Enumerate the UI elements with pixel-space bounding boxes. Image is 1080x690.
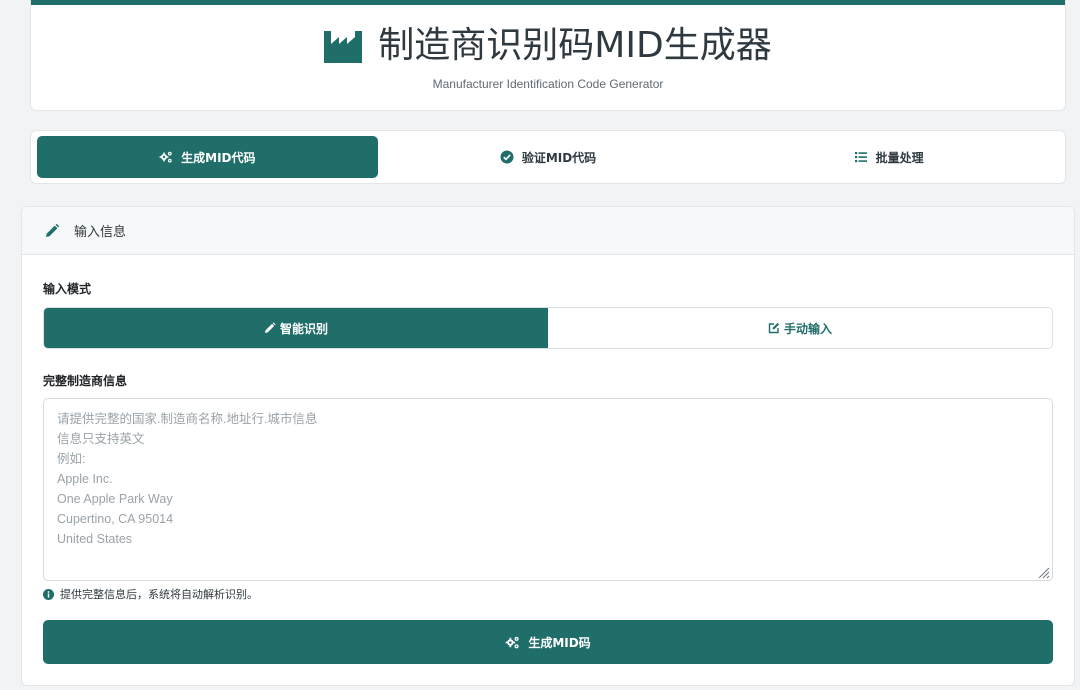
manufacturer-info-textarea[interactable]	[44, 399, 1052, 580]
cogs-icon	[159, 150, 173, 164]
list-icon	[854, 150, 868, 164]
tab-label: 生成MID代码	[181, 150, 256, 165]
resize-grip-icon[interactable]	[1036, 564, 1050, 579]
input-mode-label: 输入模式	[43, 282, 92, 296]
manufacturer-info-label: 完整制造商信息	[43, 374, 128, 388]
mode-manual-input[interactable]: 手动输入	[548, 308, 1052, 348]
info-circle-icon	[43, 588, 54, 600]
generate-mid-button[interactable]: 生成MID码	[43, 620, 1053, 664]
check-circle-icon	[500, 150, 514, 164]
input-card-header: 输入信息	[22, 207, 1074, 255]
tab-label: 批量处理	[875, 150, 924, 165]
hint-text: 提供完整信息后，系统将自动解析识别。	[60, 588, 258, 601]
manufacturer-info-field	[43, 398, 1053, 581]
pencil-icon	[264, 322, 276, 334]
title-row: 制造商识别码MID生成器	[31, 22, 1065, 70]
input-mode-toggle: 智能识别 手动输入	[43, 307, 1053, 349]
tab-verify-mid[interactable]: 验证MID代码	[378, 136, 719, 178]
tab-generate-mid[interactable]: 生成MID代码	[37, 136, 378, 178]
generate-button-label: 生成MID码	[528, 635, 591, 650]
header-accent-bar	[31, 0, 1065, 5]
input-card: 输入信息 输入模式 智能识别 手动输入 完整制造商信息 提供完整信息后，系统将自…	[21, 206, 1075, 686]
tab-batch[interactable]: 批量处理	[718, 136, 1059, 178]
mode-smart-recognition[interactable]: 智能识别	[44, 308, 548, 348]
page-title: 制造商识别码MID生成器	[378, 25, 772, 66]
factory-icon	[324, 29, 363, 63]
tab-label: 验证MID代码	[521, 150, 597, 165]
tab-bar: 生成MID代码 验证MID代码 批量处理	[30, 130, 1066, 184]
header-card: 制造商识别码MID生成器 Manufacturer Identification…	[30, 0, 1066, 111]
page-subtitle: Manufacturer Identification Code Generat…	[432, 77, 664, 91]
cogs-icon	[505, 635, 520, 650]
mode-label: 智能识别	[279, 321, 328, 336]
pencil-icon	[44, 223, 60, 239]
mode-label: 手动输入	[783, 321, 832, 336]
info-hint: 提供完整信息后，系统将自动解析识别。	[43, 586, 258, 602]
input-card-title: 输入信息	[74, 225, 127, 240]
edit-square-icon	[768, 322, 780, 334]
